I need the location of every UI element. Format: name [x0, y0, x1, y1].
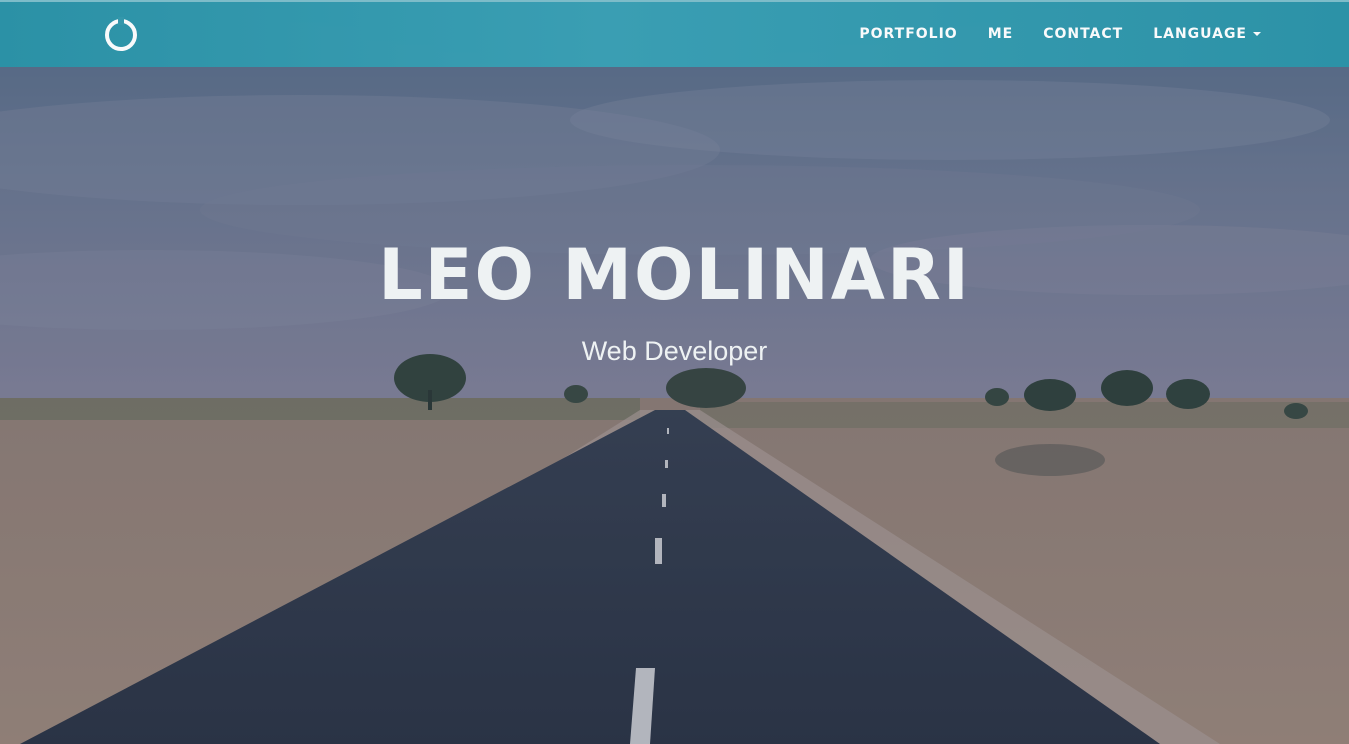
- hero-section: LEO MOLINARI Web Developer: [0, 225, 1349, 371]
- hero-subtitle: Web Developer: [581, 336, 768, 366]
- top-navbar: PORTFOLIO ME CONTACT LANGUAGE: [0, 0, 1349, 67]
- ring-logo-icon[interactable]: [105, 17, 137, 51]
- nav-item-me[interactable]: ME: [988, 26, 1014, 42]
- background-overlay: [0, 0, 1349, 744]
- nav-item-label: PORTFOLIO: [859, 25, 958, 42]
- language-dropdown[interactable]: LANGUAGE: [1153, 26, 1261, 42]
- page: PORTFOLIO ME CONTACT LANGUAGE LEO MOLINA…: [0, 0, 1349, 744]
- nav-item-portfolio[interactable]: PORTFOLIO: [859, 26, 957, 42]
- nav-item-label: ME: [987, 25, 1014, 42]
- caret-down-icon: [1253, 31, 1261, 36]
- nav-item-contact[interactable]: CONTACT: [1043, 26, 1123, 42]
- nav-item-label: LANGUAGE: [1153, 25, 1247, 42]
- nav-item-label: CONTACT: [1043, 25, 1124, 42]
- nav-menu: PORTFOLIO ME CONTACT LANGUAGE: [829, 0, 1261, 67]
- hero-name-heading: LEO MOLINARI: [378, 234, 971, 316]
